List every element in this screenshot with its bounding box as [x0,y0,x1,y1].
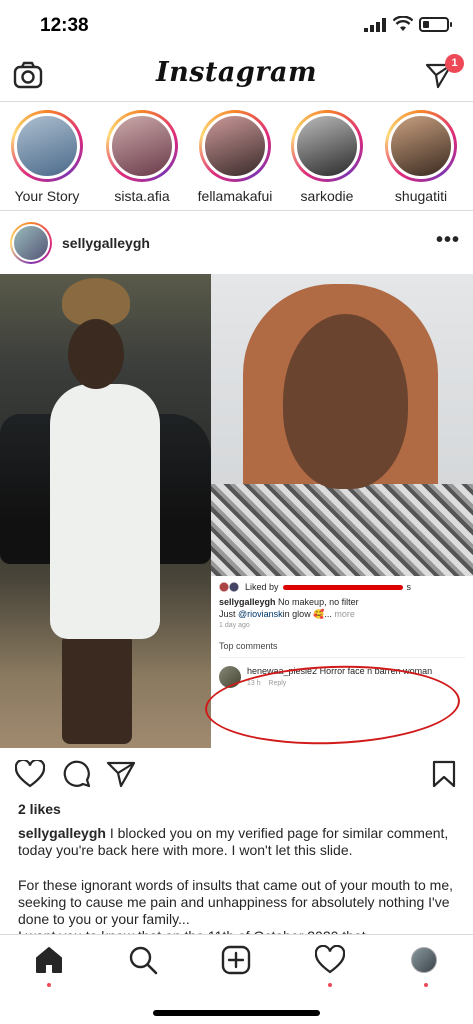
story-shugatiti[interactable]: shugatiti [376,110,466,204]
embedded-post-card: Liked by s sellygalleygh No makeup, no f… [203,576,473,748]
story-name: Your Story [14,188,80,204]
add-post-icon [221,945,251,975]
story-name: shugatiti [394,188,448,204]
instagram-logo: Instagram [155,57,318,88]
embedded-top-comments: Top comments [219,641,465,658]
story-sarkodie[interactable]: sarkodie [282,110,372,204]
home-indicator [153,1010,320,1016]
notification-dot [47,983,51,987]
selfie-photo [211,274,473,576]
post-actions [0,748,473,800]
story-sista-afia[interactable]: sista.afia [97,110,187,204]
home-icon [36,947,62,973]
story-name: sarkodie [300,188,354,204]
story-your-story[interactable]: Your Story [2,110,92,204]
status-time: 12:38 [40,15,89,36]
story-avatar [202,113,268,179]
battery-icon [419,17,452,32]
heart-icon [314,944,346,974]
stories-tray: Your Story sista.afia fellamakafui sarko… [0,103,473,211]
right-screenshot: Liked by s sellygalleygh No makeup, no f… [203,274,473,748]
story-name: sista.afia [114,188,170,204]
tab-activity[interactable] [314,944,346,987]
post-author-avatar[interactable] [10,222,52,264]
bottom-tab-bar [0,934,473,1024]
story-name: fellamakafui [197,188,273,204]
tab-profile-avatar[interactable] [411,947,437,973]
story-avatar [388,113,454,179]
comment-icon[interactable] [61,760,91,788]
likes-count[interactable]: 2 likes [18,801,61,817]
post-author-username[interactable]: sellygalleygh [62,235,150,251]
redaction-scribble [282,584,403,590]
top-nav: Instagram 1 [0,48,473,102]
notification-dot [328,983,332,987]
bookmark-icon[interactable] [429,760,459,788]
post-image[interactable]: Liked by s sellygalleygh No makeup, no f… [0,274,473,748]
story-avatar [294,113,360,179]
signal-icon [364,18,386,32]
story-avatar [14,113,80,179]
dm-badge: 1 [445,54,464,73]
wifi-icon [393,16,413,31]
embedded-time-ago: 1 day ago [219,622,250,629]
notification-dot [424,983,428,987]
post-header: sellygalleygh ••• [0,215,473,273]
tab-search[interactable] [128,945,158,975]
post-caption: sellygalleygh I blocked you on my verifi… [18,825,458,859]
status-bar: 12:38 [0,0,473,48]
caption-username[interactable]: sellygalleygh [18,825,106,841]
left-photo [0,274,211,748]
tab-new-post[interactable] [221,945,251,975]
share-icon[interactable] [106,760,136,788]
heart-icon[interactable] [15,760,45,788]
story-fellamakafui[interactable]: fellamakafui [190,110,280,204]
post-caption-paragraph-2: For these ignorant words of insults that… [18,877,453,927]
tab-home[interactable] [34,945,64,987]
search-icon [129,946,158,975]
embedded-liked-by: Liked by s [219,582,465,592]
story-avatar [109,113,175,179]
embedded-caption: sellygalleygh No makeup, no filter Just … [219,597,359,619]
more-options-icon[interactable]: ••• [436,229,460,252]
